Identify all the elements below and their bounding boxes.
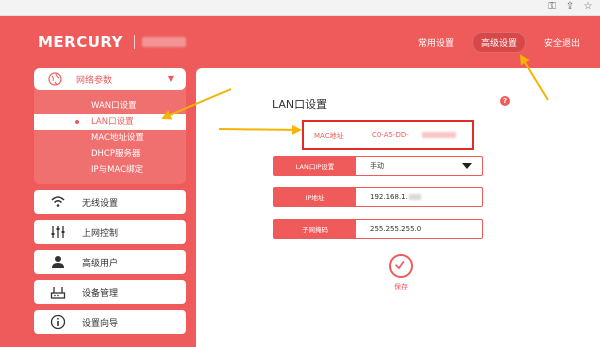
sidebar-item-lan[interactable]: LAN口设置 <box>34 114 186 130</box>
subnet-mask-field[interactable]: 子网掩码 255.255.255.0 <box>273 219 483 239</box>
sidebar-group-header[interactable]: 网络参数 ▼ <box>34 68 186 90</box>
check-icon <box>389 254 413 278</box>
info-icon <box>50 314 66 330</box>
sidebar-item-lan-label: LAN口设置 <box>91 117 134 127</box>
nav-logout[interactable]: 安全退出 <box>536 33 588 52</box>
field-value: 192.168.1. <box>356 188 482 206</box>
sidebar-item-label: 无线设置 <box>82 198 119 209</box>
chevron-down-icon: ▼ <box>167 74 174 83</box>
key-icon[interactable]: ⚿ <box>546 1 558 13</box>
top-nav: 常用设置 高级设置 安全退出 <box>410 32 588 53</box>
ip-value-blurred <box>408 194 421 200</box>
mac-address-highlight: MAC地址 C0-A5-DD- <box>302 120 474 150</box>
sidebar-item-advanced-user[interactable]: 高级用户 <box>34 250 186 274</box>
wifi-icon <box>51 196 65 207</box>
mac-value: C0-A5-DD- <box>372 131 409 139</box>
field-value: 手动 <box>356 157 482 175</box>
sliders-icon <box>51 226 65 238</box>
mac-label: MAC地址 <box>314 132 344 140</box>
nav-common-settings[interactable]: 常用设置 <box>410 33 462 52</box>
field-label: LAN口IP设置 <box>274 157 356 175</box>
share-icon[interactable]: ⇪ <box>564 1 576 13</box>
sidebar-item-dhcp[interactable]: DHCP服务器 <box>34 146 186 162</box>
lan-ip-mode-select[interactable]: LAN口IP设置 手动 <box>273 156 483 176</box>
app-header: MERCURY 常用设置 高级设置 安全退出 <box>0 16 600 68</box>
nav-advanced-settings[interactable]: 高级设置 <box>471 32 526 53</box>
sidebar-subitems: WAN口设置 LAN口设置 MAC地址设置 DHCP服务器 IP与MAC绑定 <box>34 90 186 184</box>
sidebar-item-label: 上网控制 <box>82 228 119 239</box>
star-icon[interactable]: ☆ <box>582 1 594 13</box>
sidebar-item-access-control[interactable]: 上网控制 <box>34 220 186 244</box>
field-label: 子网掩码 <box>274 220 356 238</box>
field-label: IP地址 <box>274 188 356 206</box>
save-button[interactable]: 保存 <box>386 254 416 292</box>
sidebar-item-setup-wizard[interactable]: 设置向导 <box>34 310 186 334</box>
page-title: LAN口设置 <box>272 98 328 111</box>
save-label: 保存 <box>394 283 408 291</box>
help-icon[interactable]: ? <box>500 96 510 106</box>
caret-down-icon <box>462 163 472 169</box>
ip-value: 192.168.1. <box>370 193 408 201</box>
user-icon <box>52 256 64 268</box>
sidebar-item-device-management[interactable]: 设备管理 <box>34 280 186 304</box>
sidebar-item-label: 设备管理 <box>82 288 119 299</box>
active-dot-icon <box>75 120 79 124</box>
sidebar-item-label: 高级用户 <box>82 258 119 269</box>
sidebar-item-mac[interactable]: MAC地址设置 <box>34 130 186 146</box>
sidebar-item-label: 设置向导 <box>82 318 119 329</box>
selected-option: 手动 <box>370 162 384 170</box>
brand-logo: MERCURY <box>38 33 124 51</box>
sidebar-group-network: 网络参数 ▼ WAN口设置 LAN口设置 MAC地址设置 DHCP服务器 IP与… <box>34 68 186 184</box>
sidebar-item-wan[interactable]: WAN口设置 <box>34 98 186 114</box>
model-name-blurred <box>142 37 186 47</box>
sidebar-item-ip-mac-bind[interactable]: IP与MAC绑定 <box>34 162 186 178</box>
sidebar: 网络参数 ▼ WAN口设置 LAN口设置 MAC地址设置 DHCP服务器 IP与… <box>34 68 186 334</box>
field-value: 255.255.255.0 <box>370 225 422 233</box>
brand-divider <box>134 35 135 49</box>
sidebar-item-wireless[interactable]: 无线设置 <box>34 190 186 214</box>
browser-toolbar: ⚿ ⇪ ☆ <box>0 0 600 16</box>
ip-address-field[interactable]: IP地址 192.168.1. <box>273 187 483 207</box>
mac-value-blurred <box>422 132 456 138</box>
sidebar-group-label: 网络参数 <box>76 75 113 86</box>
main-panel: LAN口设置 ? MAC地址 C0-A5-DD- LAN口IP设置 手动 IP地… <box>196 68 600 347</box>
router-icon <box>50 287 66 299</box>
globe-icon <box>48 72 62 86</box>
